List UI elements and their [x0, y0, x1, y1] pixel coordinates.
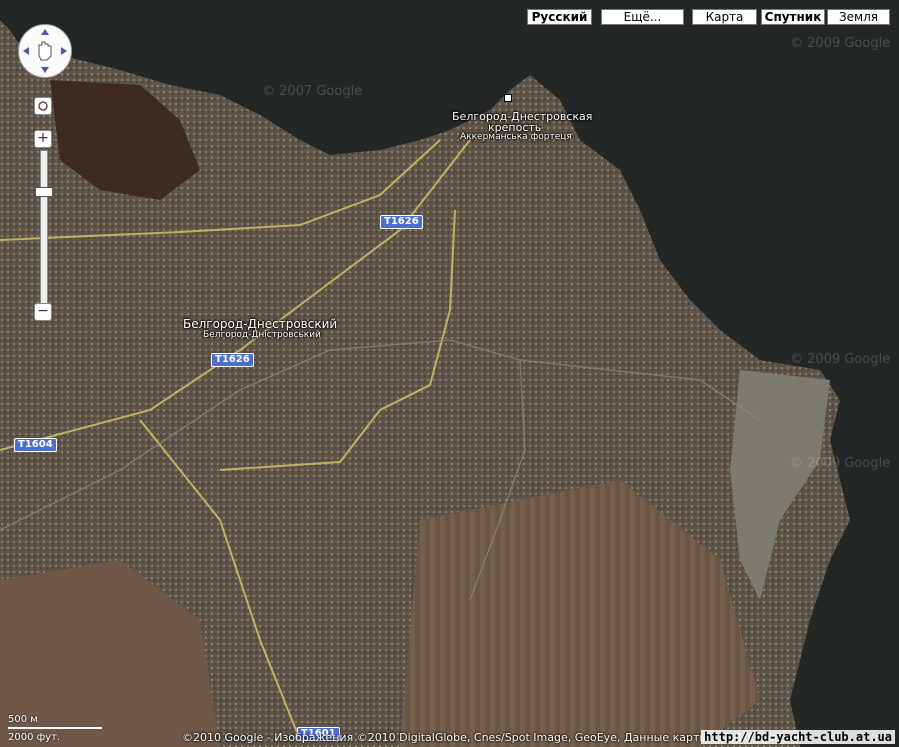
watermark: © 2009 Google: [790, 36, 891, 51]
watermark: © 2009 Google: [790, 456, 891, 471]
circle-icon: [38, 101, 48, 111]
language-button[interactable]: Русский: [527, 9, 592, 25]
map-type-map-button[interactable]: Карта: [692, 9, 757, 25]
pan-control[interactable]: [18, 24, 72, 78]
reset-view-button[interactable]: [34, 97, 52, 115]
scale-imperial: 2000 фут.: [8, 732, 61, 743]
road-shield-t1626: T1626: [211, 353, 254, 367]
zoom-in-button[interactable]: +: [34, 130, 52, 148]
watermark: © 2007 Google: [262, 84, 363, 99]
satellite-map[interactable]: © 2007 Google © 2009 Google © 2009 Googl…: [0, 0, 899, 747]
more-button[interactable]: Ещё...: [601, 9, 684, 25]
zoom-slider-handle[interactable]: [35, 187, 53, 197]
city-label: Белгород-Днестровский: [183, 317, 338, 331]
road-shield-t1604: T1604: [14, 438, 57, 452]
scale-bar: [8, 727, 102, 729]
map-type-earth-button[interactable]: Земля: [827, 9, 890, 25]
hand-icon: [23, 29, 67, 73]
city-label-alt: Белгород-Дністровський: [203, 330, 321, 340]
zoom-slider-track[interactable]: [40, 150, 48, 304]
satellite-imagery: [0, 0, 899, 747]
zoom-out-button[interactable]: −: [34, 303, 52, 321]
scale-metric: 500 м: [8, 714, 38, 725]
watermark: © 2009 Google: [790, 352, 891, 367]
site-watermark: http://bd-yacht-club.at.ua: [701, 730, 895, 744]
road-shield-t1626: T1626: [380, 215, 423, 229]
map-type-satellite-button[interactable]: Спутник: [761, 9, 825, 25]
fortress-label-alt: Аккерманська фортеця: [460, 132, 572, 142]
fortress-marker[interactable]: [504, 94, 512, 102]
